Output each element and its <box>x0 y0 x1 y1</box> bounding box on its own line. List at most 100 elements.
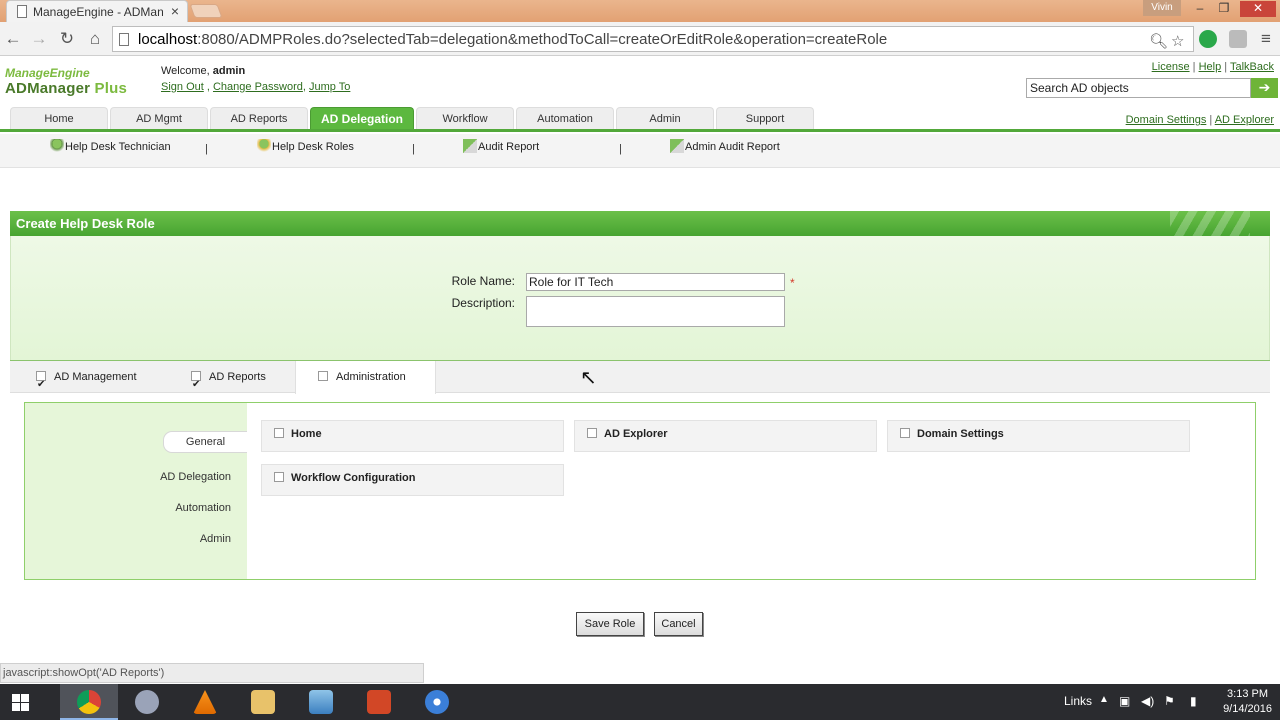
subnav-label: Admin Audit Report <box>685 141 780 153</box>
panel-header: Create Help Desk Role <box>10 211 1270 236</box>
taskbar-clock[interactable]: 3:13 PM 9/14/2016 <box>1223 687 1272 717</box>
product-logo: ADManager Plus <box>5 80 127 97</box>
battery-icon[interactable]: ▮ <box>1190 694 1197 708</box>
windows-taskbar: Links ▲ ▣ ◀) ⚑ ▮ 3:13 PM 9/14/2016 <box>0 684 1280 720</box>
option-label: Workflow Configuration <box>291 472 416 484</box>
back-icon[interactable]: ← <box>3 29 23 49</box>
tab-ad-management[interactable]: AD Management <box>36 361 137 401</box>
tab-home[interactable]: Home <box>10 107 108 129</box>
logo-plus: Plus <box>90 80 128 97</box>
permission-category-list: General AD Delegation Automation Admin <box>25 403 247 579</box>
address-bar[interactable]: localhost:8080/ADMPRoles.do?selectedTab=… <box>112 26 1194 52</box>
help-link[interactable]: Help <box>1199 61 1222 73</box>
tab-automation[interactable]: Automation <box>516 107 614 129</box>
tab-label: Administration <box>336 371 406 383</box>
menu-icon[interactable]: ≡ <box>1256 29 1276 49</box>
close-tab-icon[interactable]: × <box>171 3 179 19</box>
description-label: Description: <box>451 296 515 310</box>
reload-icon[interactable]: ↻ <box>57 29 77 49</box>
role-name-input[interactable]: Role for IT Tech <box>526 273 785 291</box>
ad-reports-checkbox[interactable] <box>191 369 201 401</box>
admin-audit-report-icon <box>670 139 684 153</box>
description-textarea[interactable] <box>526 296 785 327</box>
subnav-help-desk-technician[interactable]: Help Desk Technician <box>50 139 171 153</box>
taskbar-chrome[interactable] <box>60 684 118 720</box>
sign-out-link[interactable]: Sign Out <box>161 81 204 93</box>
action-center-icon[interactable]: ⚑ <box>1164 694 1175 708</box>
volume-icon[interactable]: ◀) <box>1141 694 1154 708</box>
taskbar-powerpoint[interactable] <box>350 684 408 720</box>
home-icon[interactable]: ⌂ <box>85 29 105 49</box>
ad-management-checkbox[interactable] <box>36 369 46 401</box>
welcome-label: Welcome, <box>161 65 213 77</box>
administration-checkbox[interactable] <box>318 371 328 381</box>
ad-search-input[interactable]: Search AD objects <box>1026 78 1251 98</box>
option-label: Home <box>291 428 322 440</box>
forward-icon[interactable]: → <box>29 29 49 49</box>
ad-explorer-link[interactable]: AD Explorer <box>1215 114 1274 126</box>
search-go-icon[interactable]: ➔ <box>1251 78 1278 98</box>
category-automation[interactable]: Automation <box>175 502 231 514</box>
tab-ad-mgmt[interactable]: AD Mgmt <box>110 107 208 129</box>
taskbar-explorer[interactable] <box>234 684 292 720</box>
zoom-icon[interactable]: 🔍︎ <box>1149 32 1168 50</box>
subnav-separator: | <box>205 143 208 155</box>
option-ad-explorer[interactable]: AD Explorer <box>574 420 877 452</box>
tab-workflow[interactable]: Workflow <box>416 107 514 129</box>
minimize-icon[interactable]: – <box>1187 1 1213 17</box>
app-icon <box>135 690 159 714</box>
profile-name[interactable]: Vivin <box>1143 0 1181 16</box>
subnav-audit-report[interactable]: Audit Report <box>463 139 539 153</box>
clock-time: 3:13 PM <box>1227 688 1269 700</box>
roles-icon <box>257 139 271 153</box>
home-checkbox[interactable] <box>274 428 284 438</box>
option-home[interactable]: Home <box>261 420 564 452</box>
links-toolbar[interactable]: Links <box>1064 694 1092 708</box>
tab-admin[interactable]: Admin <box>616 107 714 129</box>
tab-ad-delegation[interactable]: AD Delegation <box>310 107 414 129</box>
jump-to-link[interactable]: Jump To <box>309 81 350 93</box>
license-link[interactable]: License <box>1152 61 1190 73</box>
page-info-icon[interactable] <box>119 33 129 46</box>
tab-ad-reports[interactable]: AD Reports <box>210 107 308 129</box>
window-close-icon[interactable]: ✕ <box>1240 1 1276 17</box>
audit-report-icon <box>463 139 477 153</box>
subnav-help-desk-roles[interactable]: Help Desk Roles <box>257 139 354 153</box>
role-form: Role Name: Role for IT Tech * Descriptio… <box>10 236 1270 360</box>
grammarly-extension-icon[interactable] <box>1199 30 1217 48</box>
tab-support[interactable]: Support <box>716 107 814 129</box>
logo-main: ADManager <box>5 80 91 97</box>
current-user: admin <box>212 65 246 77</box>
new-tab-button[interactable] <box>189 4 223 18</box>
save-role-button[interactable]: Save Role <box>576 612 644 636</box>
tray-expand-icon[interactable]: ▲ <box>1099 694 1109 705</box>
windows-start-icon[interactable] <box>0 684 40 720</box>
ad-explorer-checkbox[interactable] <box>587 428 597 438</box>
restore-icon[interactable]: ❐ <box>1211 1 1237 17</box>
workflow-configuration-checkbox[interactable] <box>274 472 284 482</box>
domain-settings-link[interactable]: Domain Settings <box>1126 114 1207 126</box>
category-general[interactable]: General <box>163 431 247 453</box>
option-domain-settings[interactable]: Domain Settings <box>887 420 1190 452</box>
cancel-button[interactable]: Cancel <box>654 612 703 636</box>
domain-settings-checkbox[interactable] <box>900 428 910 438</box>
network-icon[interactable]: ▣ <box>1119 694 1130 708</box>
bookmark-star-icon[interactable]: ☆ <box>1171 32 1184 50</box>
taskbar-vlc[interactable] <box>176 684 234 720</box>
browser-tab[interactable]: ManageEngine - ADMana × <box>6 0 188 22</box>
taskbar-app-5[interactable] <box>292 684 350 720</box>
category-ad-delegation[interactable]: AD Delegation <box>160 471 231 483</box>
category-admin[interactable]: Admin <box>200 533 231 545</box>
talkback-link[interactable]: TalkBack <box>1230 61 1274 73</box>
taskbar-app-7[interactable] <box>408 684 466 720</box>
change-password-link[interactable]: Change Password <box>213 81 303 93</box>
subnav-admin-audit-report[interactable]: Admin Audit Report <box>670 139 780 153</box>
taskbar-app-2[interactable] <box>118 684 176 720</box>
logo-vendor: ManageEngine <box>5 66 90 80</box>
option-workflow-configuration[interactable]: Workflow Configuration <box>261 464 564 496</box>
welcome-text: Welcome, admin <box>161 65 245 77</box>
tab-ad-reports-perm[interactable]: AD Reports <box>191 361 266 401</box>
tab-administration[interactable]: Administration <box>295 361 436 394</box>
header-decoration <box>1170 211 1250 236</box>
extension-icon[interactable] <box>1229 30 1247 48</box>
